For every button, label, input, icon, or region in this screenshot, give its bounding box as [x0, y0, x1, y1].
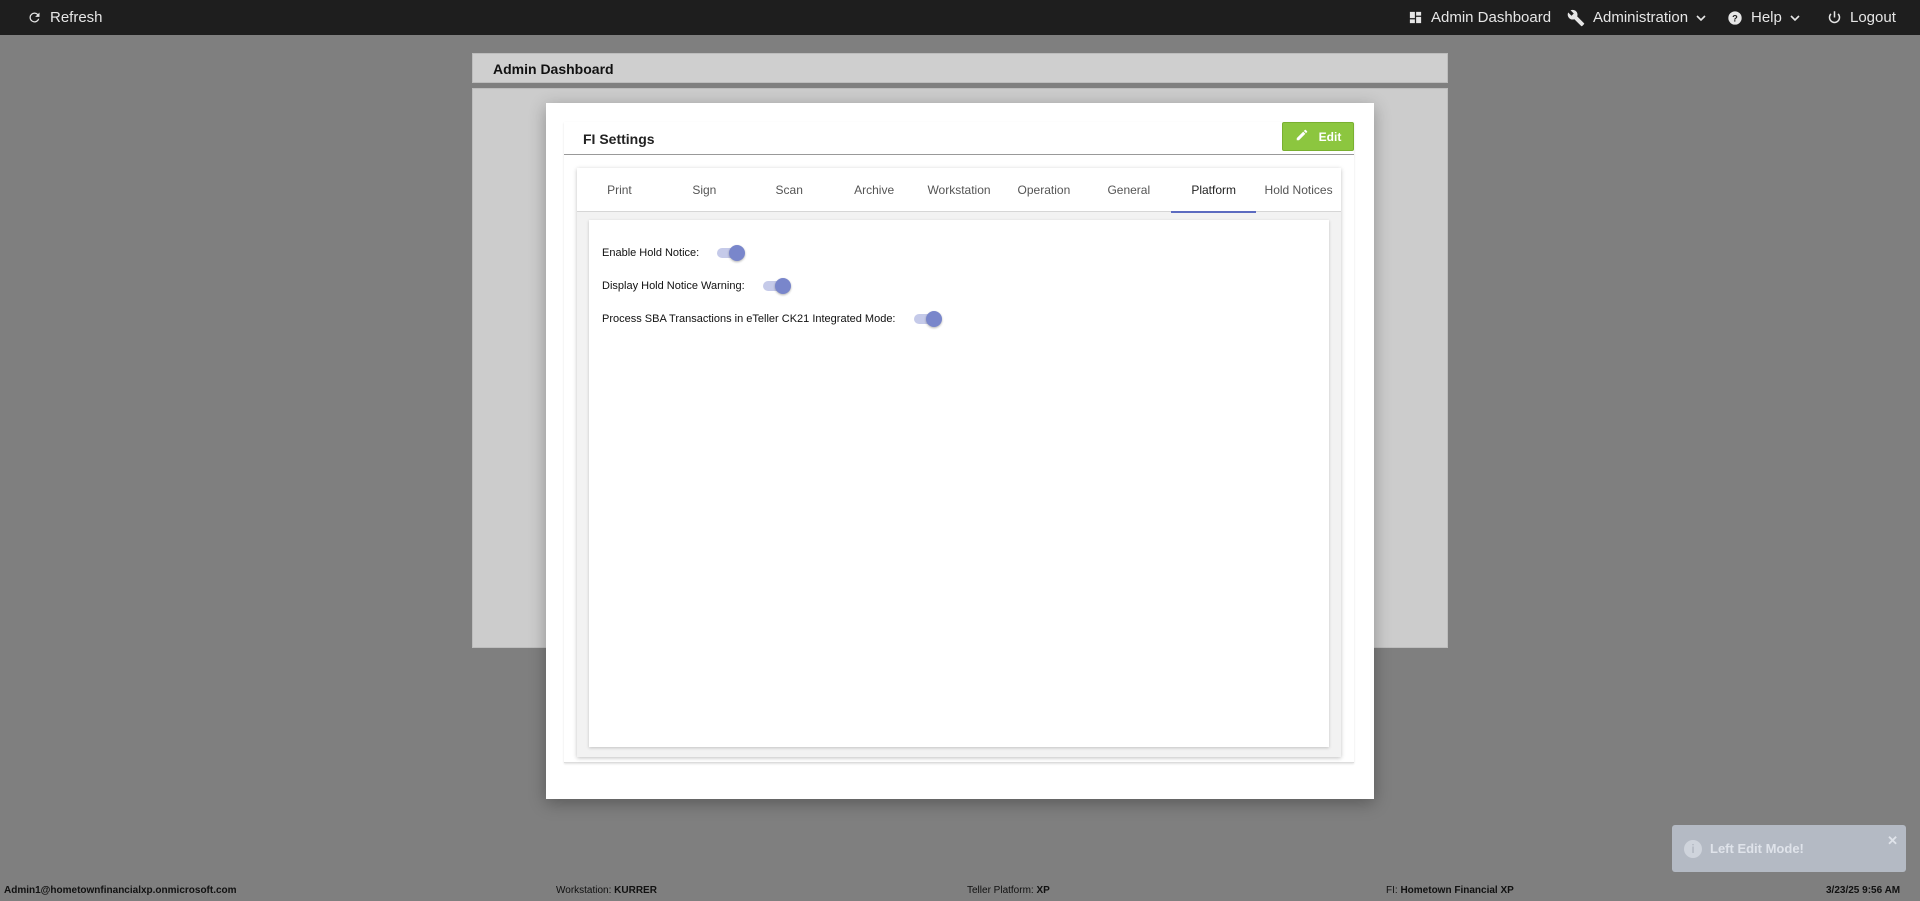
setting-label: Process SBA Transactions in eTeller CK21… [602, 313, 896, 325]
tab-archive[interactable]: Archive [832, 168, 917, 212]
refresh-icon [27, 10, 42, 25]
top-nav-bar: Refresh Admin Dashboard Administration ?… [0, 0, 1920, 35]
settings-tab-card: Print Sign Scan Archive Workstation Oper… [577, 168, 1341, 757]
tab-workstation[interactable]: Workstation [917, 168, 1002, 212]
status-footer: Admin1@hometownfinancialxp.onmicrosoft.c… [0, 880, 1920, 901]
setting-process-sba-transactions: Process SBA Transactions in eTeller CK21… [602, 310, 942, 328]
workstation-value: KURRER [614, 885, 657, 896]
tab-sign[interactable]: Sign [662, 168, 747, 212]
help-icon: ? [1727, 10, 1743, 26]
power-icon [1827, 10, 1842, 25]
logout-label: Logout [1850, 9, 1896, 26]
tab-general[interactable]: General [1086, 168, 1171, 212]
logout-button[interactable]: Logout [1827, 0, 1896, 35]
dashboard-header: Admin Dashboard [472, 53, 1448, 83]
close-icon[interactable]: ✕ [1887, 833, 1898, 849]
setting-label: Enable Hold Notice: [602, 247, 700, 259]
edit-button[interactable]: Edit [1282, 122, 1354, 151]
help-label: Help [1751, 9, 1782, 26]
fi-info: FI: Hometown Financial XP [1386, 885, 1514, 896]
teller-platform-label: Teller Platform: [967, 885, 1034, 896]
tab-operation[interactable]: Operation [1001, 168, 1086, 212]
dashboard-icon [1408, 10, 1423, 25]
fi-settings-modal: FI Settings Edit Print Sign Scan Archive… [546, 103, 1374, 799]
tab-print[interactable]: Print [577, 168, 662, 212]
display-hold-notice-warning-toggle[interactable] [761, 277, 791, 295]
tab-hold-notices[interactable]: Hold Notices [1256, 168, 1341, 212]
info-icon: i [1684, 840, 1702, 858]
setting-enable-hold-notice: Enable Hold Notice: [602, 244, 746, 262]
admin-dashboard-label: Admin Dashboard [1431, 9, 1552, 26]
platform-settings-content: Enable Hold Notice: Display Hold Notice … [589, 220, 1329, 747]
toggle-knob [925, 311, 942, 327]
chevron-down-icon [1790, 13, 1800, 23]
toggle-knob [729, 245, 746, 261]
modal-title: FI Settings [583, 131, 655, 147]
datetime: 3/23/25 9:56 AM [1826, 885, 1901, 896]
administration-menu[interactable]: Administration [1567, 0, 1706, 35]
setting-display-hold-notice-warning: Display Hold Notice Warning: [602, 277, 791, 295]
refresh-label: Refresh [50, 9, 103, 26]
fi-label: FI: [1386, 885, 1398, 896]
fi-settings-panel: FI Settings Edit Print Sign Scan Archive… [564, 122, 1354, 763]
toggle-knob [774, 278, 791, 294]
modal-header: FI Settings [564, 122, 1354, 155]
tab-platform[interactable]: Platform [1171, 168, 1257, 213]
enable-hold-notice-toggle[interactable] [715, 244, 746, 262]
left-edit-mode-toast: i Left Edit Mode! ✕ [1672, 825, 1906, 872]
workstation-label: Workstation: [556, 885, 612, 896]
teller-platform-info: Teller Platform: XP [967, 885, 1050, 896]
svg-text:?: ? [1732, 13, 1738, 23]
admin-dashboard-link[interactable]: Admin Dashboard [1408, 0, 1551, 35]
wrench-icon [1567, 9, 1585, 27]
setting-label: Display Hold Notice Warning: [602, 280, 745, 292]
edit-label: Edit [1318, 129, 1342, 144]
chevron-down-icon [1696, 13, 1706, 23]
fi-value: Hometown Financial XP [1400, 885, 1514, 896]
toast-message: Left Edit Mode! [1710, 841, 1804, 856]
page-title: Admin Dashboard [493, 61, 614, 77]
pencil-icon [1295, 128, 1309, 145]
help-menu[interactable]: ? Help [1727, 0, 1800, 35]
process-sba-transactions-toggle[interactable] [912, 310, 942, 328]
refresh-button[interactable]: Refresh [27, 0, 103, 35]
tab-scan[interactable]: Scan [747, 168, 832, 212]
teller-platform-value: XP [1036, 885, 1050, 896]
settings-tabs: Print Sign Scan Archive Workstation Oper… [577, 168, 1341, 213]
user-email: Admin1@hometownfinancialxp.onmicrosoft.c… [4, 885, 237, 896]
administration-label: Administration [1593, 9, 1689, 26]
workstation-info: Workstation: KURRER [556, 885, 657, 896]
